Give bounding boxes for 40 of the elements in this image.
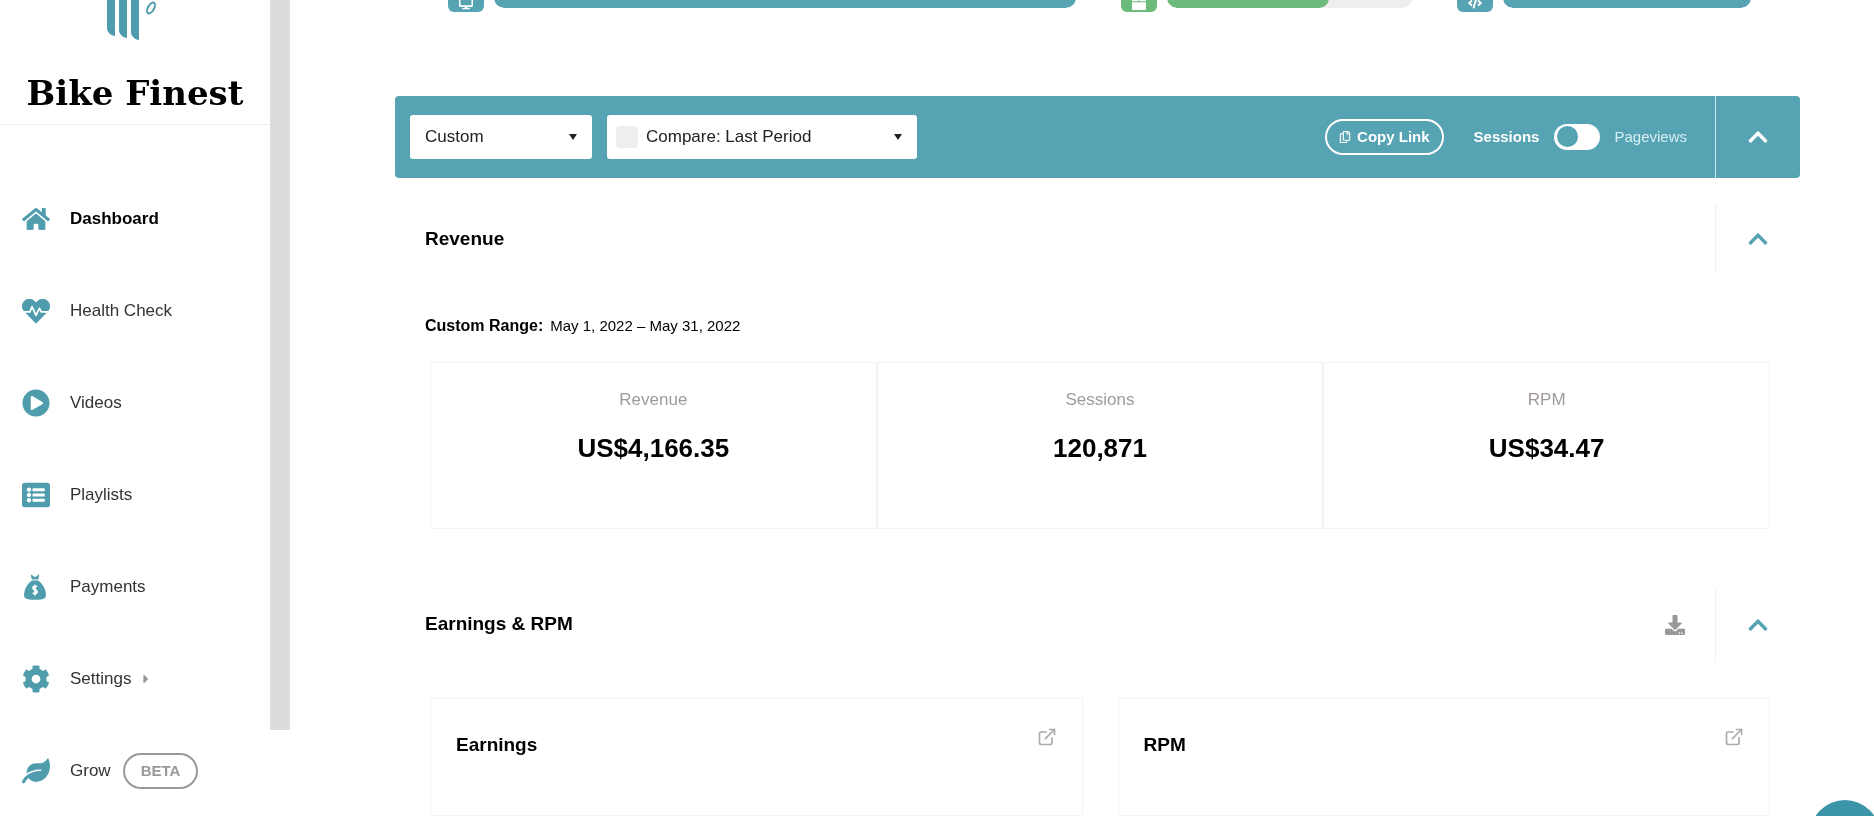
- metric-label: Revenue: [619, 389, 688, 412]
- metric-value: US$34.47: [1488, 431, 1605, 465]
- play-icon: [22, 389, 50, 417]
- nav-link[interactable]: Health Check: [70, 298, 173, 324]
- external-link-icon[interactable]: [1036, 727, 1057, 748]
- brand-name: Bike Finest: [26, 72, 244, 115]
- nav-link[interactable]: Playlists: [70, 482, 133, 508]
- card-title: Earnings: [456, 733, 538, 758]
- sidebar-scrollbar[interactable]: [270, 0, 290, 730]
- beta-badge: BETA: [122, 752, 199, 790]
- metric-label: RPM: [1527, 389, 1566, 412]
- range-label: Custom Range:: [425, 316, 544, 337]
- range-dropdown[interactable]: Custom: [410, 114, 592, 159]
- caret-icon[interactable]: [569, 133, 577, 140]
- nav-link[interactable]: Grow: [70, 758, 111, 784]
- metric-label: Sessions: [1065, 389, 1135, 412]
- date-range: May 1, 2022 – May 31, 2022: [550, 316, 741, 337]
- section-title: Revenue: [425, 227, 506, 252]
- home-icon: [22, 205, 50, 233]
- download-icon[interactable]: [1665, 614, 1685, 635]
- money-bag-icon: [22, 572, 48, 602]
- compare-dropdown[interactable]: Compare: Last Period: [607, 114, 917, 159]
- external-link-icon[interactable]: [1724, 727, 1744, 748]
- nav-link[interactable]: Payments: [70, 574, 146, 600]
- metric-value: US$4,166.35: [577, 431, 730, 465]
- section-title: Earnings & RPM: [425, 612, 574, 637]
- leaf-icon: [22, 757, 50, 785]
- heartbeat-icon: [22, 297, 50, 325]
- settings-icon: [22, 665, 50, 693]
- caret-icon[interactable]: [894, 133, 902, 140]
- sessions-label: Sessions: [1473, 126, 1540, 147]
- card-title: RPM: [1143, 733, 1186, 758]
- pageviews-label: Pageviews: [1614, 126, 1687, 147]
- metric-value: 120,871: [1053, 431, 1147, 465]
- nav-link[interactable]: Videos: [70, 390, 122, 416]
- nav-link[interactable]: Settings: [70, 666, 132, 692]
- list-icon: [22, 481, 50, 509]
- nav-link[interactable]: Dashboard: [70, 206, 159, 232]
- metric-toggle[interactable]: [1554, 123, 1601, 150]
- copy-icon: [1339, 130, 1352, 143]
